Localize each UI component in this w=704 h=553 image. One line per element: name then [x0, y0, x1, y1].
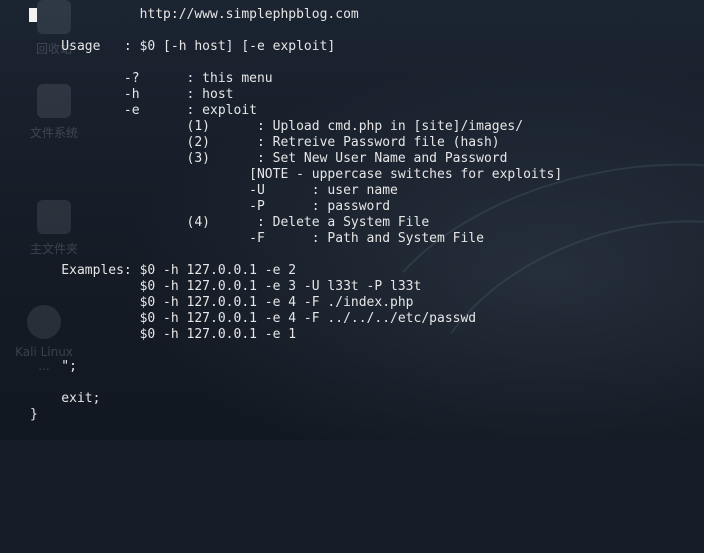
terminal-line: $0 -h 127.0.0.1 -e 3 -U l33t -P l33t — [30, 279, 422, 294]
terminal-output[interactable]: http://www.simplephpblog.com Usage : $0 … — [0, 0, 704, 440]
terminal-line: -P : password — [30, 199, 391, 214]
terminal-line: -U : user name — [30, 183, 398, 198]
terminal-line: -? : this menu — [30, 71, 273, 86]
terminal-line: (4) : Delete a System File — [30, 215, 430, 230]
terminal-line: -h : host — [30, 87, 234, 102]
terminal-line: $0 -h 127.0.0.1 -e 4 -F ./index.php — [30, 295, 414, 310]
terminal-line: -F : Path and System File — [30, 231, 484, 246]
terminal-line: Usage : $0 [-h host] [-e exploit] — [30, 39, 336, 54]
terminal-line: $0 -h 127.0.0.1 -e 1 — [30, 327, 297, 342]
terminal-line: "; — [30, 359, 77, 374]
terminal-line: [NOTE - uppercase switches for exploits] — [30, 167, 563, 182]
terminal-line: exit; — [30, 391, 101, 406]
terminal-line: (2) : Retreive Password file (hash) — [30, 135, 500, 150]
terminal-line: } — [30, 407, 38, 422]
terminal-line: $0 -h 127.0.0.1 -e 4 -F ../../../etc/pas… — [30, 311, 477, 326]
terminal-line: http://www.simplephpblog.com — [30, 7, 359, 22]
terminal-line: -e : exploit — [30, 103, 257, 118]
terminal-line: Examples: $0 -h 127.0.0.1 -e 2 — [30, 263, 297, 278]
terminal-line: (3) : Set New User Name and Password — [30, 151, 508, 166]
terminal-line: (1) : Upload cmd.php in [site]/images/ — [30, 119, 524, 134]
